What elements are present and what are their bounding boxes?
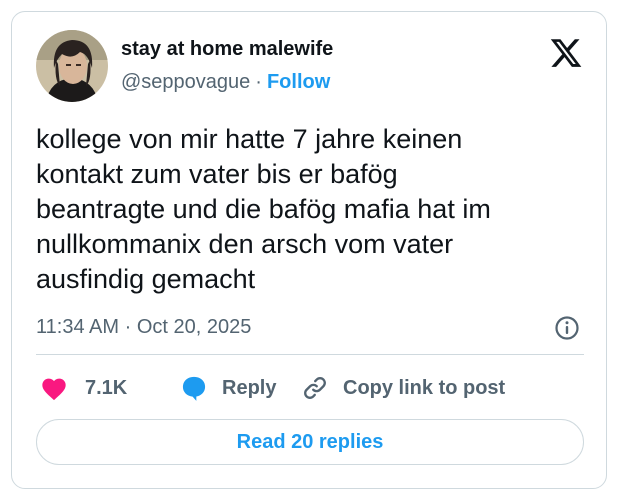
tweet-time: 11:34 AM — [36, 316, 120, 338]
author-handle[interactable]: @seppovague — [121, 71, 250, 93]
tweet-card: stay at home malewife @seppovague · Follow… — [11, 11, 607, 489]
link-icon — [304, 377, 326, 399]
info-icon[interactable] — [554, 315, 580, 341]
reply-button[interactable]: Reply — [180, 373, 276, 403]
author-display-name[interactable]: stay at home malewife — [121, 38, 333, 61]
reply-label: Reply — [222, 376, 277, 399]
follow-button[interactable]: Follow — [267, 71, 330, 93]
like-button[interactable]: 7.1K — [40, 373, 127, 403]
copy-link-label: Copy link to post — [343, 376, 506, 399]
like-count: 7.1K — [85, 376, 128, 399]
timestamp-separator: · — [124, 316, 132, 338]
author-handle-row: @seppovague · Follow — [121, 71, 330, 94]
avatar[interactable] — [36, 30, 108, 102]
tweet-date: Oct 20, 2025 — [136, 316, 252, 338]
divider — [36, 354, 584, 355]
separator-dot: · — [255, 71, 262, 93]
tweet-timestamp[interactable]: 11:34 AM · Oct 20, 2025 — [36, 316, 251, 339]
x-logo-icon[interactable] — [549, 36, 583, 70]
read-replies-button[interactable]: Read 20 replies — [36, 419, 584, 465]
heart-icon — [42, 378, 66, 401]
speech-bubble-icon — [182, 376, 206, 401]
tweet-text: kollege von mir hatte 7 jahre keinen kon… — [36, 124, 491, 294]
avatar-image — [36, 30, 108, 102]
copy-link-button[interactable]: Copy link to post — [301, 373, 505, 403]
